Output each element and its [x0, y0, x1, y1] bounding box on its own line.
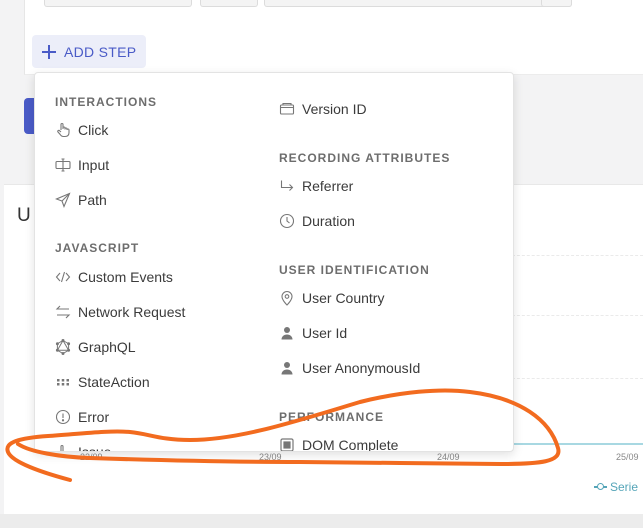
map-pin-icon [279, 290, 295, 306]
plus-icon [42, 44, 56, 59]
input-cursor-icon [55, 157, 71, 173]
section-title-performance: PERFORMANCE [279, 410, 385, 424]
menu-item-error[interactable]: Error [55, 406, 109, 428]
menu-item-label: User AnonymousId [302, 360, 421, 376]
folder-icon [279, 101, 295, 117]
menu-item-version-id[interactable]: Version ID [279, 98, 367, 120]
pointer-icon [55, 122, 71, 138]
chart-gridline [512, 315, 643, 316]
menu-item-user-anonymousid[interactable]: User AnonymousId [279, 357, 420, 379]
operator-select[interactable] [200, 0, 258, 7]
menu-item-label: User Id [302, 325, 348, 341]
menu-item-label: StateAction [78, 374, 150, 390]
menu-item-label: DOM Complete [302, 437, 399, 452]
chart-gridline [512, 255, 643, 256]
user-icon [279, 360, 295, 376]
legend-marker-icon [594, 483, 607, 490]
send-icon [55, 192, 71, 208]
menu-item-user-id[interactable]: User Id [279, 322, 347, 344]
section-title-interactions: INTERACTIONS [55, 95, 157, 109]
menu-item-label: User Country [302, 290, 385, 306]
graphql-icon [55, 339, 71, 355]
section-title-user-identification: USER IDENTIFICATION [279, 263, 430, 277]
menu-item-label: Path [78, 192, 107, 208]
arrows-exchange-icon [55, 304, 71, 320]
menu-item-duration[interactable]: Duration [279, 210, 355, 232]
user-icon [279, 325, 295, 341]
menu-item-path[interactable]: Path [55, 189, 107, 211]
menu-item-label: Click [78, 122, 109, 138]
legend-label: Serie [610, 480, 639, 494]
square-icon [279, 437, 295, 451]
menu-item-network-request[interactable]: Network Request [55, 301, 185, 323]
menu-item-input[interactable]: Input [55, 154, 109, 176]
menu-item-label: Network Request [78, 304, 186, 320]
chart-legend[interactable]: Serie [594, 480, 638, 494]
menu-item-issue[interactable]: Issue [55, 441, 112, 452]
menu-item-label: Referrer [302, 178, 354, 194]
menu-item-label: GraphQL [78, 339, 136, 355]
x-tick: 23/09 [259, 452, 282, 462]
value-input[interactable] [264, 0, 572, 7]
menu-item-graphql[interactable]: GraphQL [55, 336, 136, 358]
x-tick: 22/09 [80, 452, 103, 462]
x-tick: 24/09 [437, 452, 460, 462]
value-input-dropdown-toggle[interactable] [541, 0, 572, 7]
menu-item-label: Custom Events [78, 269, 173, 285]
menu-item-label: Version ID [302, 101, 367, 117]
event-type-select[interactable] [44, 0, 192, 7]
arrow-turn-icon [279, 178, 295, 194]
menu-item-custom-events[interactable]: Custom Events [55, 266, 173, 288]
section-title-recording-attributes: RECORDING ATTRIBUTES [279, 151, 451, 165]
menu-item-stateaction[interactable]: StateAction [55, 371, 150, 393]
add-step-label: ADD STEP [64, 43, 137, 60]
section-title-javascript: JAVASCRIPT [55, 241, 140, 255]
bottom-strip [0, 514, 643, 528]
menu-item-dom-complete[interactable]: DOM Complete [279, 434, 399, 452]
x-tick: 25/09 [616, 452, 639, 462]
code-icon [55, 269, 71, 285]
add-step-button[interactable]: ADD STEP [32, 35, 146, 68]
menu-item-label: Input [78, 157, 110, 173]
menu-item-label: Duration [302, 213, 355, 229]
chart-heading: U [17, 205, 31, 226]
menu-item-label: Issue [78, 444, 112, 452]
grid-dots-icon [55, 374, 71, 390]
menu-item-label: Error [78, 409, 110, 425]
clock-icon [279, 213, 295, 229]
menu-item-referrer[interactable]: Referrer [279, 175, 353, 197]
chart-gridline [512, 378, 643, 379]
add-step-dropdown: INTERACTIONS Click Input Path JAVASCRIPT… [34, 72, 514, 452]
chart-series-line [512, 443, 643, 445]
pointer-icon [55, 444, 71, 451]
menu-item-click[interactable]: Click [55, 119, 108, 141]
menu-item-user-country[interactable]: User Country [279, 287, 384, 309]
error-circle-icon [55, 409, 71, 425]
